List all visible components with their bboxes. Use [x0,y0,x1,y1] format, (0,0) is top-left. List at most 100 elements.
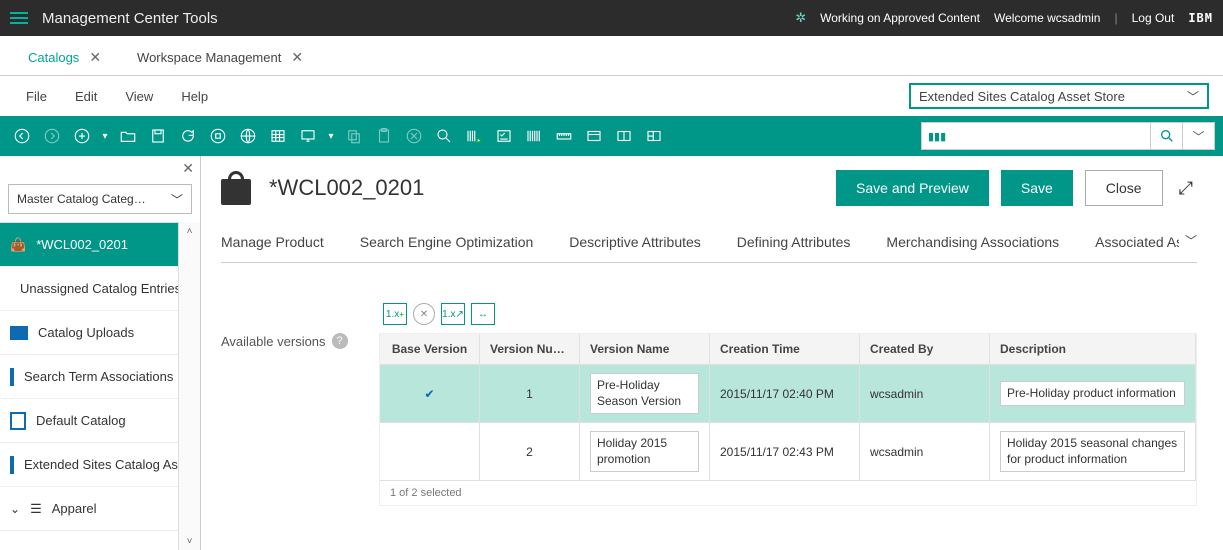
display-dropdown[interactable]: ▾ [324,122,338,150]
display-button[interactable] [294,122,322,150]
version-add-button[interactable]: 1.x+ [383,303,407,325]
catalog-selector-value: Master Catalog Categories [17,192,147,206]
tree-item-search-term[interactable]: Search Term Associations [0,355,178,399]
tree-scrollbar[interactable]: ˄ ˅ [178,222,200,550]
catalog-selector[interactable]: Master Catalog Categories ﹀ [8,184,192,214]
description-input[interactable]: Pre-Holiday product information [1000,381,1185,407]
tab-catalogs[interactable]: Catalogs ✕ [10,36,119,75]
toolbar-search[interactable]: ▮▮▮ [921,122,1151,150]
close-button[interactable]: Close [1085,170,1163,206]
menu-file[interactable]: File [26,89,47,104]
version-row[interactable]: ✔ 1 Pre-Holiday Season Version 2015/11/1… [380,365,1196,423]
menubar: File Edit View Help Extended Sites Catal… [0,76,1223,116]
search-button[interactable] [1151,122,1183,150]
cell-created-by: wcsadmin [860,365,990,423]
tree-item-unassigned[interactable]: Unassigned Catalog Entries [0,267,178,311]
ibm-logo: IBM [1188,11,1213,25]
tree-item-label: Default Catalog [36,413,126,428]
globe-button[interactable] [234,122,262,150]
tab-workspace-management[interactable]: Workspace Management ✕ [119,36,321,75]
save-button[interactable]: Save [1001,170,1073,206]
menu-edit[interactable]: Edit [75,89,97,104]
new-button[interactable] [68,122,96,150]
version-compare-button[interactable]: ↔ [471,303,495,325]
delete-button[interactable] [400,122,428,150]
tree-item-extended-sites[interactable]: Extended Sites Catalog Asset Store [0,443,178,487]
version-export-button[interactable]: 1.x↗ [441,303,465,325]
layout3-button[interactable] [640,122,668,150]
tree-item-apparel[interactable]: ⌄ ☰ Apparel [0,487,178,531]
tree-item-wcl002[interactable]: 👜 *WCL002_0201 [0,223,178,267]
tree-item-label: Search Term Associations [24,369,173,384]
layout1-button[interactable] [580,122,608,150]
menu-view[interactable]: View [125,89,153,104]
version-name-input[interactable]: Pre-Holiday Season Version [590,373,699,414]
tab-defining-attributes[interactable]: Defining Attributes [737,234,851,250]
tabs-overflow-icon[interactable]: ﹀ [1179,234,1197,249]
help-icon[interactable]: ? [332,333,348,349]
scroll-down-icon[interactable]: ˅ [179,532,200,550]
ruler-button[interactable] [550,122,578,150]
scroll-up-icon[interactable]: ˄ [179,222,200,240]
menu-icon: ☰ [30,501,42,517]
save-and-preview-label: Save and Preview [856,180,969,196]
version-name-input[interactable]: Holiday 2015 promotion [590,431,699,472]
copy-button[interactable] [340,122,368,150]
left-panel-close-icon[interactable]: ✕ [182,160,194,177]
tree-item-default-catalog[interactable]: Default Catalog [0,399,178,443]
top-bar: Management Center Tools ✲ Working on App… [0,0,1223,36]
description-input[interactable]: Holiday 2015 seasonal changes for produc… [1000,431,1185,472]
expand-icon[interactable]: ⤢ [1175,178,1197,199]
product-tabs: Manage Product Search Engine Optimizatio… [221,234,1197,263]
save-and-preview-button[interactable]: Save and Preview [836,170,989,206]
list-check-button[interactable] [490,122,518,150]
global-tabs: Catalogs ✕ Workspace Management ✕ [0,36,1223,76]
version-row[interactable]: 2 Holiday 2015 promotion 2015/11/17 02:4… [380,423,1196,481]
back-button[interactable] [8,122,36,150]
left-panel: ✕ Master Catalog Categories ﹀ 👜 *WCL002_… [0,156,201,550]
col-version-name[interactable]: Version Name [580,334,710,365]
version-delete-button[interactable]: ✕ [413,303,435,325]
open-button[interactable] [114,122,142,150]
barcode-button[interactable] [520,122,548,150]
hamburger-icon[interactable] [10,12,28,24]
tab-seo[interactable]: Search Engine Optimization [360,234,534,250]
tree-item-label: Apparel [52,501,97,516]
tab-merchandising-associations[interactable]: Merchandising Associations [886,234,1059,250]
logout-link[interactable]: Log Out [1132,11,1175,25]
tab-descriptive-attributes[interactable]: Descriptive Attributes [569,234,701,250]
forward-button[interactable] [38,122,66,150]
barcode-play-button[interactable] [460,122,488,150]
store-selector[interactable]: Extended Sites Catalog Asset Store ﹀ [909,83,1209,109]
col-description[interactable]: Description [990,334,1196,365]
close-icon[interactable]: ✕ [89,49,101,66]
document-icon [10,456,14,474]
working-status: Working on Approved Content [820,11,980,25]
close-label: Close [1106,180,1142,196]
col-created-by[interactable]: Created By [860,334,990,365]
chevron-down-icon[interactable]: ⌄ [10,502,20,516]
tab-associated-assets[interactable]: Associated Assets [1095,234,1185,250]
table-button[interactable] [264,122,292,150]
page-title: *WCL002_0201 [269,175,424,201]
tab-manage-product[interactable]: Manage Product [221,234,324,250]
col-base-version[interactable]: Base Version [380,334,480,365]
new-dropdown[interactable]: ▾ [98,122,112,150]
search-dropdown[interactable]: ﹀ [1183,122,1215,150]
layout2-button[interactable] [610,122,638,150]
store-selector-value: Extended Sites Catalog Asset Store [919,89,1125,104]
find-button[interactable] [430,122,458,150]
paste-button[interactable] [370,122,398,150]
close-icon[interactable]: ✕ [291,49,303,66]
gear-icon[interactable]: ✲ [795,10,806,26]
refresh-button[interactable] [174,122,202,150]
menu-help[interactable]: Help [181,89,208,104]
stop-button[interactable] [204,122,232,150]
grid-header: Base Version Version Number Version Name… [380,334,1196,365]
cell-version-number: 2 [480,423,580,481]
toolbar-search-input[interactable] [952,129,1144,144]
tree-item-uploads[interactable]: Catalog Uploads [0,311,178,355]
col-version-number[interactable]: Version Number [480,334,580,365]
save-button[interactable] [144,122,172,150]
col-creation-time[interactable]: Creation Time [710,334,860,365]
